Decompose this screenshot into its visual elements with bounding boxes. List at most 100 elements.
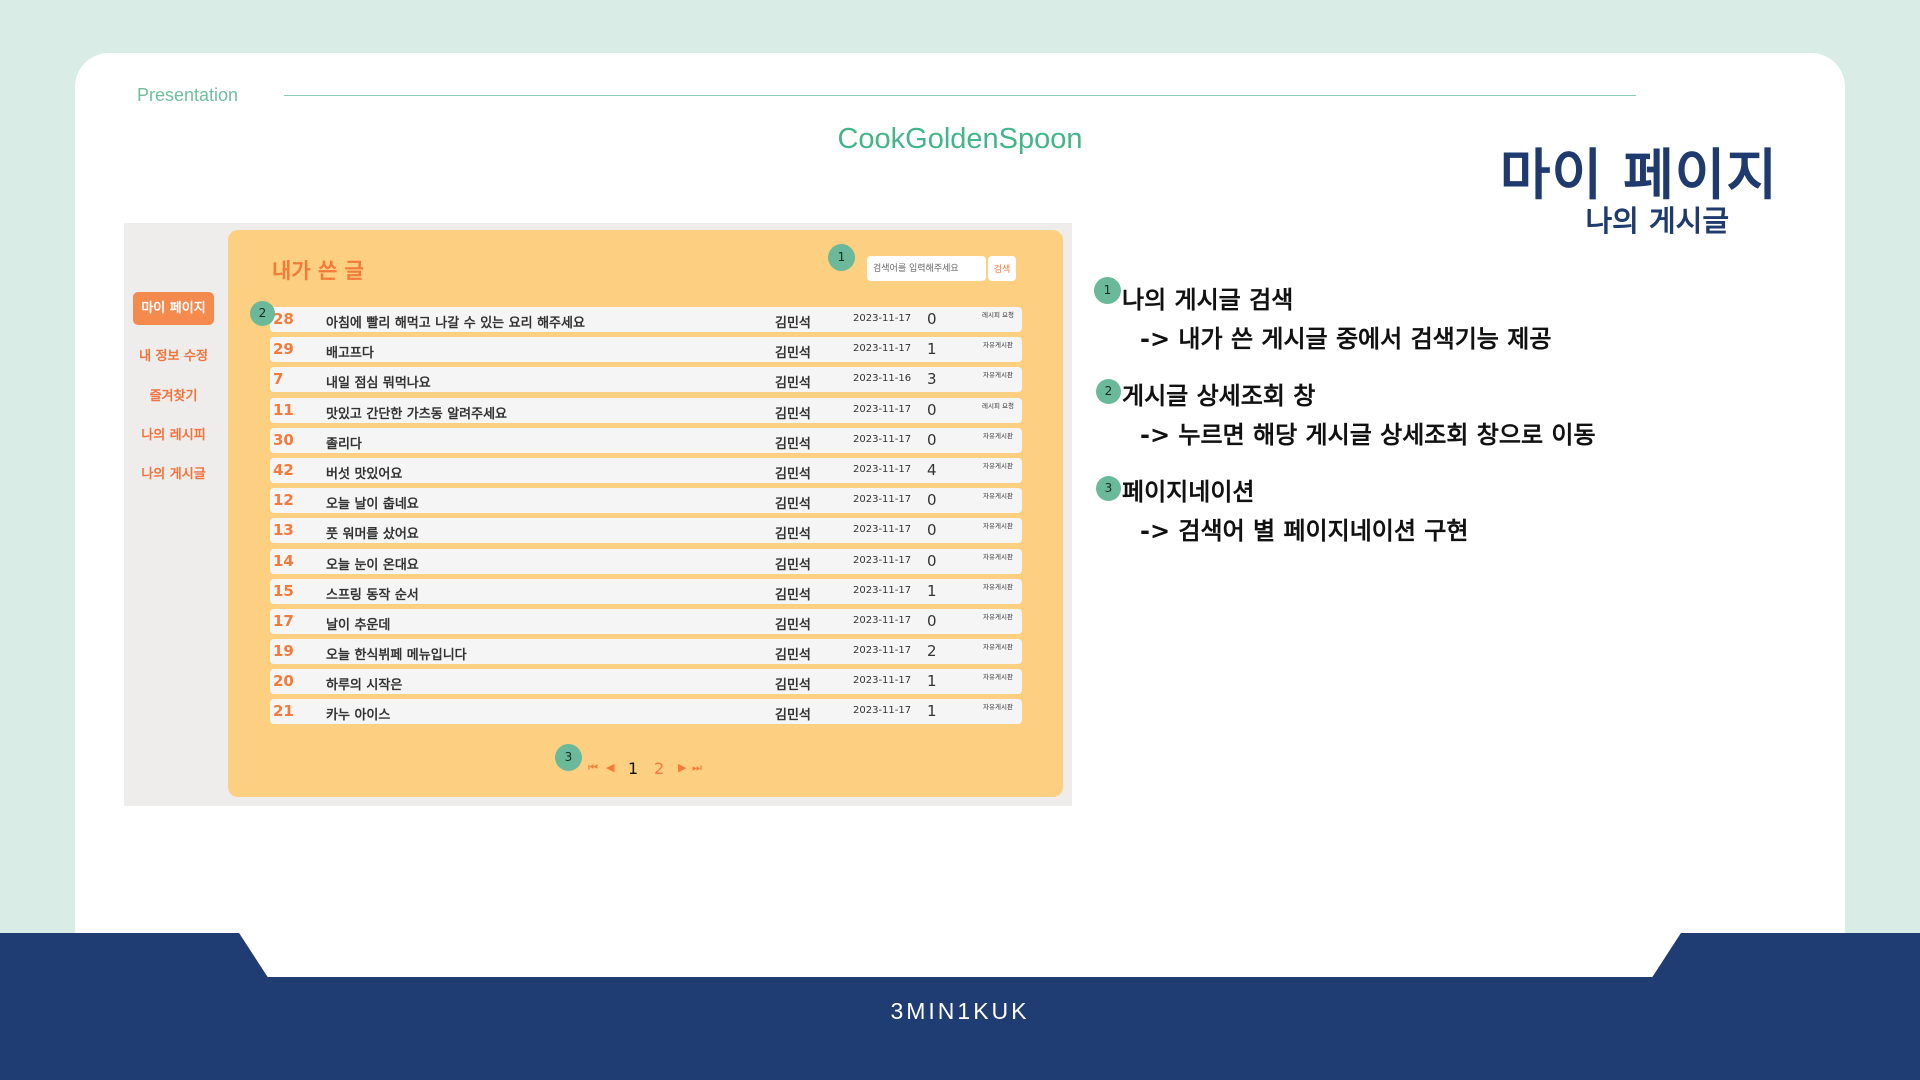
post-title[interactable]: 버섯 맛있어요 [326, 463, 402, 482]
post-comment-count: 1 [927, 672, 937, 691]
post-author: 김민석 [775, 406, 811, 422]
post-row[interactable]: 19 오늘 한식뷔페 메뉴입니다 김민석 2023-11-17 2 자유게시판 [270, 639, 1022, 665]
post-row[interactable]: 20 하루의 시작은 김민석 2023-11-17 1 자유게시판 [270, 669, 1022, 695]
post-comment-count: 0 [927, 310, 937, 328]
post-title[interactable]: 아침에 빨리 해먹고 나갈 수 있는 요리 해주세요 [326, 312, 585, 331]
page-link-1[interactable]: 1 [628, 759, 638, 778]
post-title[interactable]: 스프링 동작 순서 [326, 584, 419, 603]
post-number: 13 [273, 521, 294, 540]
post-title[interactable]: 풋 워머를 샀어요 [326, 523, 419, 542]
post-row[interactable]: 14 오늘 눈이 온대요 김민석 2023-11-17 0 자유게시판 [270, 548, 1022, 574]
post-author: 김민석 [775, 497, 811, 513]
post-number: 28 [273, 310, 294, 328]
post-category: 자유게시판 [983, 612, 1013, 621]
post-row[interactable]: 15 스프링 동작 순서 김민석 2023-11-17 1 자유게시판 [270, 578, 1022, 604]
post-row[interactable]: 12 오늘 날이 춥네요 김민석 2023-11-17 0 자유게시판 [270, 488, 1022, 514]
footer-bar [0, 977, 1920, 1080]
post-date: 2023-11-17 [853, 675, 912, 687]
page-link-2[interactable]: 2 [654, 759, 664, 778]
post-date: 2023-11-17 [853, 433, 912, 445]
post-title[interactable]: 오늘 눈이 온대요 [326, 554, 419, 573]
post-row[interactable]: 17 날이 추운데 김민석 2023-11-17 0 자유게시판 [270, 608, 1022, 634]
post-category: 레시피 요청 [982, 311, 1014, 319]
last-page-icon[interactable]: ⏭ [692, 761, 702, 775]
desc-marker-1: 1 [1094, 277, 1121, 304]
post-row[interactable]: 7 내일 점심 뭐먹나요 김민석 2023-11-16 3 자유게시판 [270, 367, 1022, 393]
post-comment-count: 0 [927, 551, 937, 570]
post-row[interactable]: 42 버섯 맛있어요 김민석 2023-11-17 4 자유게시판 [270, 457, 1022, 483]
post-comment-count: 0 [927, 491, 937, 510]
post-author: 김민석 [775, 346, 811, 362]
description-head: 페이지네이션 [1122, 478, 1255, 506]
description-body: -> 누르면 해당 게시글 상세조회 창으로 이동 [1140, 421, 1596, 449]
sidebar-item-mypage[interactable]: 마이 페이지 [133, 292, 214, 325]
first-page-icon[interactable]: ⏮ [588, 761, 598, 775]
post-category: 자유게시판 [983, 461, 1013, 470]
sidebar-item-edit-profile[interactable]: 내 정보 수정 [133, 345, 214, 364]
post-date: 2023-11-16 [853, 373, 912, 385]
post-title[interactable]: 맛있고 간단한 가츠동 알려주세요 [326, 403, 507, 422]
post-title[interactable]: 배고프다 [326, 342, 374, 361]
post-search-input[interactable] [867, 256, 986, 281]
mypage-sidebar: 마이 페이지 내 정보 수정 즐겨찾기 나의 레시피 나의 게시글 [124, 223, 228, 806]
post-author: 김민석 [775, 527, 811, 543]
post-number: 11 [273, 400, 294, 419]
post-author: 김민석 [775, 557, 811, 573]
post-title[interactable]: 내일 점심 뭐먹나요 [326, 372, 431, 391]
post-author: 김민석 [775, 708, 811, 724]
description-body: -> 내가 쓴 게시글 중에서 검색기능 제공 [1140, 325, 1552, 353]
post-title[interactable]: 카누 아이스 [326, 704, 390, 723]
post-number: 14 [273, 551, 294, 570]
post-category: 자유게시판 [983, 552, 1013, 561]
footer-team-name: 3MIN1KUK [890, 998, 1030, 1024]
post-row[interactable]: 11 맛있고 간단한 가츠동 알려주세요 김민석 2023-11-17 0 레시피 요청 [270, 397, 1022, 423]
post-title[interactable]: 오늘 한식뷔페 메뉴입니다 [326, 644, 467, 663]
post-number: 17 [273, 611, 294, 630]
post-category: 자유게시판 [983, 371, 1013, 380]
post-comment-count: 0 [927, 611, 937, 630]
post-author: 김민석 [775, 376, 811, 392]
post-search-button[interactable]: 검색 [988, 256, 1016, 281]
post-number: 30 [273, 430, 294, 449]
post-category: 자유게시판 [983, 341, 1013, 350]
post-date: 2023-11-17 [853, 614, 912, 626]
post-number: 29 [273, 340, 294, 359]
post-row[interactable]: 29 배고프다 김민석 2023-11-17 1 자유게시판 [270, 337, 1022, 363]
post-title[interactable]: 날이 추운데 [326, 614, 390, 633]
post-category: 자유게시판 [983, 522, 1013, 531]
description-head: 나의 게시글 검색 [1122, 286, 1294, 314]
post-date: 2023-11-17 [853, 554, 912, 566]
post-date: 2023-11-17 [853, 463, 912, 475]
post-row[interactable]: 28 아침에 빨리 해먹고 나갈 수 있는 요리 해주세요 김민석 2023-11-1… [270, 307, 1022, 332]
post-number: 12 [273, 491, 294, 510]
post-comment-count: 0 [927, 430, 937, 449]
post-row[interactable]: 21 카누 아이스 김민석 2023-11-17 1 자유게시판 [270, 699, 1022, 725]
post-number: 20 [273, 672, 294, 691]
post-comment-count: 4 [927, 460, 937, 479]
post-title[interactable]: 졸리다 [326, 433, 362, 452]
post-row[interactable]: 30 졸리다 김민석 2023-11-17 0 자유게시판 [270, 427, 1022, 453]
post-category: 레시피 요청 [982, 401, 1014, 410]
prev-page-icon[interactable]: ◀ [606, 761, 614, 774]
sidebar-item-my-recipes[interactable]: 나의 레시피 [133, 424, 214, 443]
post-author: 김민석 [775, 678, 811, 694]
post-row[interactable]: 13 풋 워머를 샀어요 김민석 2023-11-17 0 자유게시판 [270, 518, 1022, 544]
post-number: 42 [273, 460, 294, 479]
header-divider [284, 95, 1636, 96]
post-date: 2023-11-17 [853, 343, 912, 355]
sidebar-item-my-posts[interactable]: 나의 게시글 [133, 463, 214, 482]
sidebar-item-favorites[interactable]: 즐겨찾기 [133, 385, 214, 404]
post-title[interactable]: 오늘 날이 춥네요 [326, 493, 419, 512]
post-author: 김민석 [775, 436, 811, 452]
post-category: 자유게시판 [983, 492, 1013, 501]
post-category: 자유게시판 [983, 643, 1013, 652]
post-author: 김민석 [775, 587, 811, 603]
marker-search: 1 [828, 244, 855, 271]
post-title[interactable]: 하루의 시작은 [326, 674, 402, 693]
next-page-icon[interactable]: ▶ [678, 761, 686, 774]
marker-pagination: 3 [555, 744, 582, 771]
description-body: -> 검색어 별 페이지네이션 구현 [1140, 517, 1469, 545]
post-author: 김민석 [775, 316, 811, 331]
post-comment-count: 0 [927, 400, 937, 419]
post-comment-count: 1 [927, 340, 937, 359]
